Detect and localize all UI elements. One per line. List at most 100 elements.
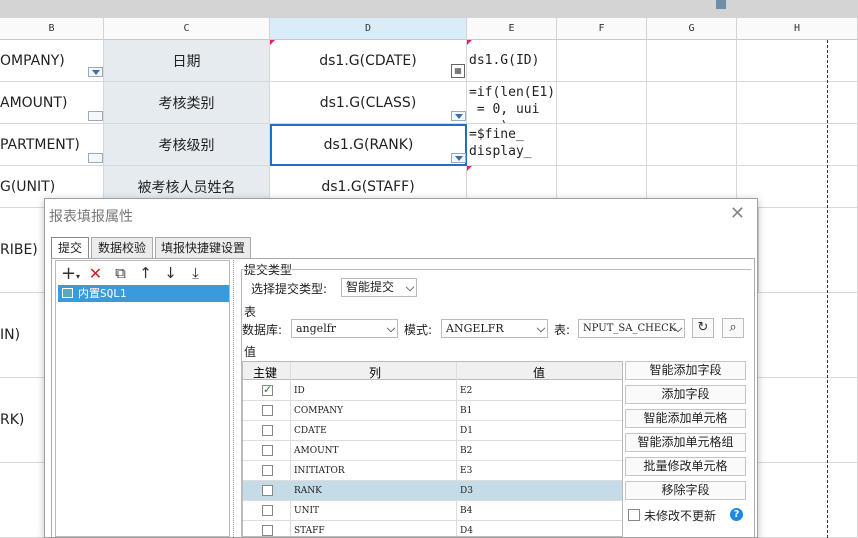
tab-shortcut-settings[interactable]: 填报快捷键设置 [155, 237, 251, 258]
list-item-sql1[interactable]: 内置SQL1 [58, 285, 229, 302]
col-header-c[interactable]: C [104, 18, 270, 40]
help-icon[interactable]: ? [730, 508, 743, 521]
table-select[interactable]: NPUT_SA_CHECK [578, 319, 685, 338]
chevron-down-icon [386, 323, 396, 333]
tab-submit[interactable]: 提交 [51, 237, 89, 259]
header-value[interactable]: 值 [533, 364, 545, 381]
copy-icon[interactable]: ⧉ [108, 264, 133, 282]
column-name: ID [294, 386, 305, 396]
panel-splitter[interactable] [233, 260, 237, 537]
table-row[interactable]: RANK D3 [243, 481, 622, 501]
cell-text: =if(len(E1) = 0, uui ...) [469, 85, 556, 123]
table-row[interactable]: CDATE D1 [243, 421, 622, 441]
primary-key-checkbox[interactable] [262, 525, 273, 536]
widget-icon[interactable] [88, 153, 103, 163]
cell-c3[interactable]: 考核级别 [104, 124, 270, 166]
calendar-icon[interactable]: ▦ [451, 64, 465, 78]
tab-data-validation[interactable]: 数据校验 [91, 237, 153, 258]
cell-d3-selected[interactable]: ds1.G(RANK) [270, 124, 467, 166]
col-header-f[interactable]: F [557, 18, 647, 40]
column-name: UNIT [294, 506, 320, 516]
cell-marker [467, 40, 472, 45]
scroll-indicator[interactable] [716, 0, 726, 9]
cell-g3[interactable] [647, 124, 737, 166]
cell-text: PARTMENT) [0, 136, 80, 153]
col-header-h[interactable]: H [737, 18, 858, 40]
cell-d2[interactable]: ds1.G(CLASS) [270, 82, 467, 124]
primary-key-checkbox[interactable] [262, 505, 273, 516]
cell-h1[interactable] [737, 40, 858, 82]
col-header-d[interactable]: D [270, 18, 467, 40]
widget-icon[interactable] [88, 111, 103, 121]
cell-c2[interactable]: 考核类别 [104, 82, 270, 124]
primary-key-checkbox[interactable] [262, 425, 273, 436]
cell-e3[interactable]: =$fine_ display_ [467, 124, 557, 166]
table-row[interactable]: ID E2 [243, 381, 622, 401]
dropdown-icon[interactable] [451, 111, 466, 121]
primary-key-checkbox[interactable] [262, 383, 273, 396]
cell-e1[interactable]: ds1.G(ID) [467, 40, 557, 82]
cell-g2[interactable] [647, 82, 737, 124]
add-field-button[interactable]: 添加字段 [625, 385, 746, 404]
col-header-g[interactable]: G [647, 18, 737, 40]
header-key[interactable]: 主键 [253, 364, 277, 381]
table-row[interactable]: UNIT B4 [243, 501, 622, 521]
col-header-e[interactable]: E [467, 18, 557, 40]
delete-icon[interactable]: ✕ [83, 264, 108, 283]
submit-type-select[interactable]: 智能提交 [341, 278, 417, 297]
dropdown-icon[interactable] [451, 153, 466, 163]
table-row[interactable]: COMPANY B1 [243, 401, 622, 421]
cell-e2[interactable]: =if(len(E1) = 0, uui ...) [467, 82, 557, 124]
move-up-icon[interactable]: ↑ [133, 264, 158, 282]
column-value: D4 [460, 526, 473, 536]
preview-table-icon[interactable]: ⌕ [722, 318, 744, 338]
column-value: D1 [460, 426, 473, 436]
cell-h3[interactable] [737, 124, 858, 166]
column-value: E3 [460, 466, 473, 476]
add-icon[interactable]: +▾ [58, 263, 83, 284]
cell-text: ds1.G(CLASS) [319, 94, 417, 111]
cell-f2[interactable] [557, 82, 647, 124]
move-bottom-icon[interactable]: ⤓ [183, 264, 208, 282]
cell-h2[interactable] [737, 82, 858, 124]
schema-select[interactable]: ANGELFR [441, 319, 548, 338]
close-icon[interactable]: ✕ [730, 205, 745, 223]
table-row[interactable]: AMOUNT B2 [243, 441, 622, 461]
cell-f1[interactable] [557, 40, 647, 82]
table-value: NPUT_SA_CHECK [583, 323, 677, 334]
unchanged-no-update-checkbox[interactable] [628, 509, 640, 521]
column-name: CDATE [294, 426, 327, 436]
smart-add-field-button[interactable]: 智能添加字段 [625, 361, 746, 380]
cell-text: G(UNIT) [0, 178, 56, 195]
header-column[interactable]: 列 [369, 364, 381, 381]
cell-h5[interactable] [758, 208, 858, 293]
batch-modify-cells-button[interactable]: 批量修改单元格 [625, 457, 746, 476]
cell-text: AMOUNT) [0, 94, 68, 111]
column-value: D3 [460, 486, 473, 496]
refresh-icon[interactable]: ↻ [692, 318, 714, 338]
table-row[interactable]: STAFF D4 [243, 521, 622, 536]
col-header-b[interactable]: B [0, 18, 104, 40]
primary-key-checkbox[interactable] [262, 485, 273, 496]
cell-f3[interactable] [557, 124, 647, 166]
dropdown-icon[interactable] [88, 67, 103, 77]
smart-add-cell-button[interactable]: 智能添加单元格 [625, 409, 746, 428]
chevron-down-icon [536, 323, 546, 333]
smart-add-cell-group-button[interactable]: 智能添加单元格组 [625, 433, 746, 452]
table-row[interactable]: INITIATOR E3 [243, 461, 622, 481]
cell-h6[interactable] [758, 293, 858, 378]
db-label: 数据库: [242, 323, 283, 337]
cell-text: 考核类别 [158, 95, 215, 112]
primary-key-checkbox[interactable] [262, 465, 273, 476]
primary-key-checkbox[interactable] [262, 405, 273, 416]
table-header: 主键 列 值 [243, 362, 622, 381]
primary-key-checkbox[interactable] [262, 445, 273, 456]
cell-g1[interactable] [647, 40, 737, 82]
remove-field-button[interactable]: 移除字段 [625, 481, 746, 500]
move-down-icon[interactable]: ↓ [158, 264, 183, 282]
cell-h7[interactable] [758, 378, 858, 463]
cell-d1[interactable]: ds1.G(CDATE) [270, 40, 467, 82]
cell-h8[interactable] [758, 463, 858, 538]
db-select[interactable]: angelfr [291, 319, 398, 338]
cell-c1[interactable]: 日期 [104, 40, 270, 82]
